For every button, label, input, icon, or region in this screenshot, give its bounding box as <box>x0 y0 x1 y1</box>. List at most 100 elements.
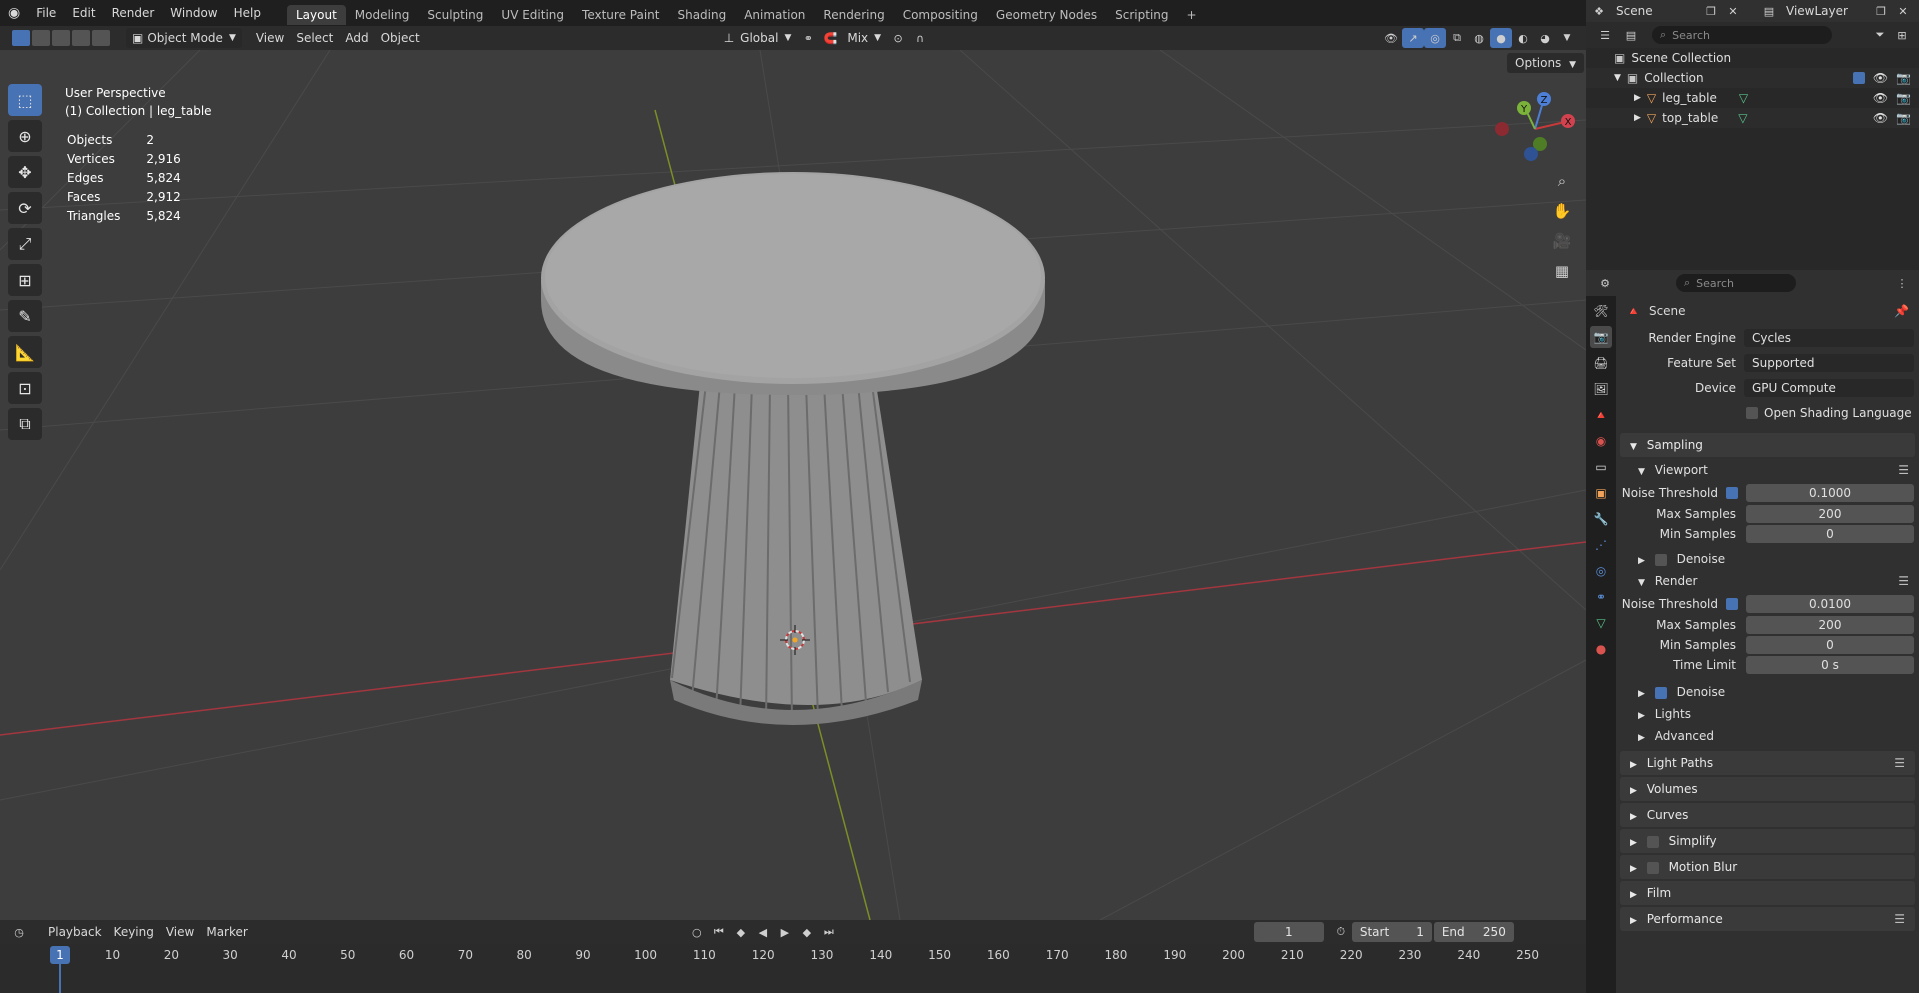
annotate-tool-icon[interactable]: ✎ <box>8 300 42 332</box>
play-reverse-icon[interactable]: ◀ <box>752 922 774 942</box>
camera-icon[interactable]: 📷 <box>1896 108 1911 128</box>
outliner-row-top-table[interactable]: ▶ ▽ top_table ▽ 👁 📷 <box>1586 108 1919 128</box>
navigation-gizmo[interactable]: X Z Y <box>1490 84 1580 174</box>
tab-texture-paint[interactable]: Texture Paint <box>573 5 668 25</box>
world-tab-icon[interactable]: ◉ <box>1590 430 1612 452</box>
list-icon[interactable]: ☰ <box>1894 907 1905 931</box>
timeline-body[interactable]: 1102030405060708090100110120130140150160… <box>0 944 1586 993</box>
select-new-button[interactable] <box>12 30 30 46</box>
render-min-samples-field[interactable]: 0 <box>1746 636 1914 654</box>
add-workspace-button[interactable]: + <box>1178 5 1206 25</box>
play-icon[interactable]: ▶ <box>774 922 796 942</box>
viewport-max-samples-field[interactable]: 200 <box>1746 505 1914 523</box>
jump-start-icon[interactable]: ⏮ <box>708 922 730 942</box>
overlay-icon[interactable]: ◎ <box>1424 28 1446 48</box>
viewport-subpanel-header[interactable]: ▼ Viewport ☰ <box>1616 459 1919 481</box>
view-layer-selector[interactable]: ViewLayer <box>1780 1 1870 21</box>
scene-selector[interactable]: Scene <box>1610 1 1700 21</box>
rendered-shading-icon[interactable]: ◕ <box>1534 28 1556 48</box>
eye-icon[interactable]: 👁 <box>1873 68 1888 88</box>
filter-icon[interactable]: ⏷ <box>1869 25 1891 45</box>
menu-window[interactable]: Window <box>162 0 225 26</box>
pivot-icon[interactable]: ⚭ <box>797 28 819 48</box>
tool-tab-icon[interactable]: 🛠 <box>1590 300 1612 322</box>
motion-blur-panel[interactable]: ▶ Motion Blur <box>1620 855 1915 879</box>
outliner-search[interactable]: ⌕ Search <box>1652 26 1832 44</box>
blender-logo-icon[interactable]: ◉ <box>0 0 28 26</box>
close-view-layer-icon[interactable]: ✕ <box>1892 1 1914 21</box>
scene-icon[interactable]: ❖ <box>1588 1 1610 21</box>
options-dropdown[interactable]: Options ▼ <box>1507 53 1585 73</box>
camera-view-icon[interactable]: 🎥 <box>1548 228 1576 254</box>
menu-add[interactable]: Add <box>339 28 374 48</box>
list-icon[interactable]: ☰ <box>1894 751 1905 775</box>
new-collection-icon[interactable]: ⊞ <box>1891 25 1913 45</box>
menu-render[interactable]: Render <box>104 0 163 26</box>
scale-tool-icon[interactable]: ⤢ <box>8 228 42 260</box>
tab-modeling[interactable]: Modeling <box>346 5 419 25</box>
select-invert-button[interactable] <box>72 30 90 46</box>
collection-tab-icon[interactable]: ▭ <box>1590 456 1612 478</box>
copy-view-layer-icon[interactable]: ❐ <box>1870 1 1892 21</box>
render-noise-field[interactable]: 0.0100 <box>1746 595 1914 613</box>
sampling-panel-header[interactable]: ▼ Sampling <box>1620 433 1915 457</box>
snap-icon[interactable]: 🧲 <box>819 28 841 48</box>
lights-subpanel[interactable]: ▶ Lights <box>1616 703 1919 725</box>
scene-tab-icon[interactable]: 🔺 <box>1590 404 1612 426</box>
constraints-tab-icon[interactable]: ⚭ <box>1590 586 1612 608</box>
viewport-denoise-checkbox[interactable] <box>1654 553 1667 566</box>
render-denoise-checkbox[interactable] <box>1654 686 1667 699</box>
stopwatch-icon[interactable]: ⏱ <box>1330 922 1352 942</box>
outliner-editor-type-icon[interactable]: ☰ <box>1594 25 1616 45</box>
zoom-icon[interactable]: ⌕ <box>1548 168 1576 194</box>
viewport-min-samples-field[interactable]: 0 <box>1746 525 1914 543</box>
visibility-icon[interactable]: 👁 <box>1380 28 1402 48</box>
select-box-tool-icon[interactable]: ⬚ <box>8 84 42 116</box>
noise-threshold-checkbox[interactable] <box>1726 598 1738 610</box>
list-icon[interactable]: ☰ <box>1898 459 1909 481</box>
menu-select[interactable]: Select <box>290 28 339 48</box>
osl-row[interactable]: Open Shading Language <box>1616 403 1919 423</box>
orientation-dropdown[interactable]: ⊥ Global ▼ <box>718 28 798 48</box>
render-engine-dropdown[interactable]: Cycles <box>1744 329 1914 347</box>
camera-icon[interactable]: 📷 <box>1896 68 1911 88</box>
material-tab-icon[interactable]: ● <box>1590 638 1612 660</box>
object-tab-icon[interactable]: ▣ <box>1590 482 1612 504</box>
viewport-noise-field[interactable]: 0.1000 <box>1746 484 1914 502</box>
viewport-denoise-subpanel[interactable]: ▶ Denoise <box>1616 548 1919 570</box>
copy-scene-icon[interactable]: ❐ <box>1700 1 1722 21</box>
pin-icon[interactable]: 📌 <box>1894 304 1909 318</box>
light-paths-panel[interactable]: ▶ Light Paths ☰ <box>1620 751 1915 775</box>
render-denoise-subpanel[interactable]: ▶ Denoise <box>1616 681 1919 703</box>
modifier-tab-icon[interactable]: 🔧 <box>1590 508 1612 530</box>
current-frame-field[interactable]: 1 <box>1253 922 1324 942</box>
gizmo-icon[interactable]: ↗ <box>1402 28 1424 48</box>
properties-search[interactable]: ⌕ Search <box>1676 274 1796 292</box>
select-extend-button[interactable] <box>32 30 50 46</box>
wireframe-shading-icon[interactable]: ◍ <box>1468 28 1490 48</box>
outliner-row-scene-collection[interactable]: ▣ Scene Collection <box>1586 48 1919 68</box>
performance-panel[interactable]: ▶ Performance ☰ <box>1620 907 1915 931</box>
motion-blur-checkbox[interactable] <box>1646 861 1659 874</box>
solid-shading-icon[interactable]: ● <box>1490 28 1512 48</box>
device-dropdown[interactable]: GPU Compute <box>1744 379 1914 397</box>
tab-compositing[interactable]: Compositing <box>894 5 987 25</box>
menu-playback[interactable]: Playback <box>42 922 108 942</box>
options-icon[interactable]: ⋮ <box>1891 273 1913 293</box>
physics-tab-icon[interactable]: ◎ <box>1590 560 1612 582</box>
top-table-mesh[interactable] <box>541 172 1045 395</box>
neg-z-axis-icon[interactable] <box>1524 147 1538 161</box>
render-tab-icon[interactable]: 📷 <box>1590 326 1612 348</box>
tab-scripting[interactable]: Scripting <box>1106 5 1177 25</box>
pan-hand-icon[interactable]: ✋ <box>1548 198 1576 224</box>
transform-tool-icon[interactable]: ⊞ <box>8 264 42 296</box>
camera-icon[interactable]: 📷 <box>1896 88 1911 108</box>
tab-shading[interactable]: Shading <box>668 5 735 25</box>
perspective-toggle-icon[interactable]: ▦ <box>1548 258 1576 284</box>
view-layer-icon[interactable]: ▤ <box>1758 1 1780 21</box>
neg-x-axis-icon[interactable] <box>1495 122 1509 136</box>
xray-icon[interactable]: ⧉ <box>1446 28 1468 48</box>
playhead[interactable]: 1 <box>50 946 70 964</box>
volumes-panel[interactable]: ▶ Volumes <box>1620 777 1915 801</box>
mode-dropdown[interactable]: ▣ Object Mode ▼ <box>126 28 242 48</box>
